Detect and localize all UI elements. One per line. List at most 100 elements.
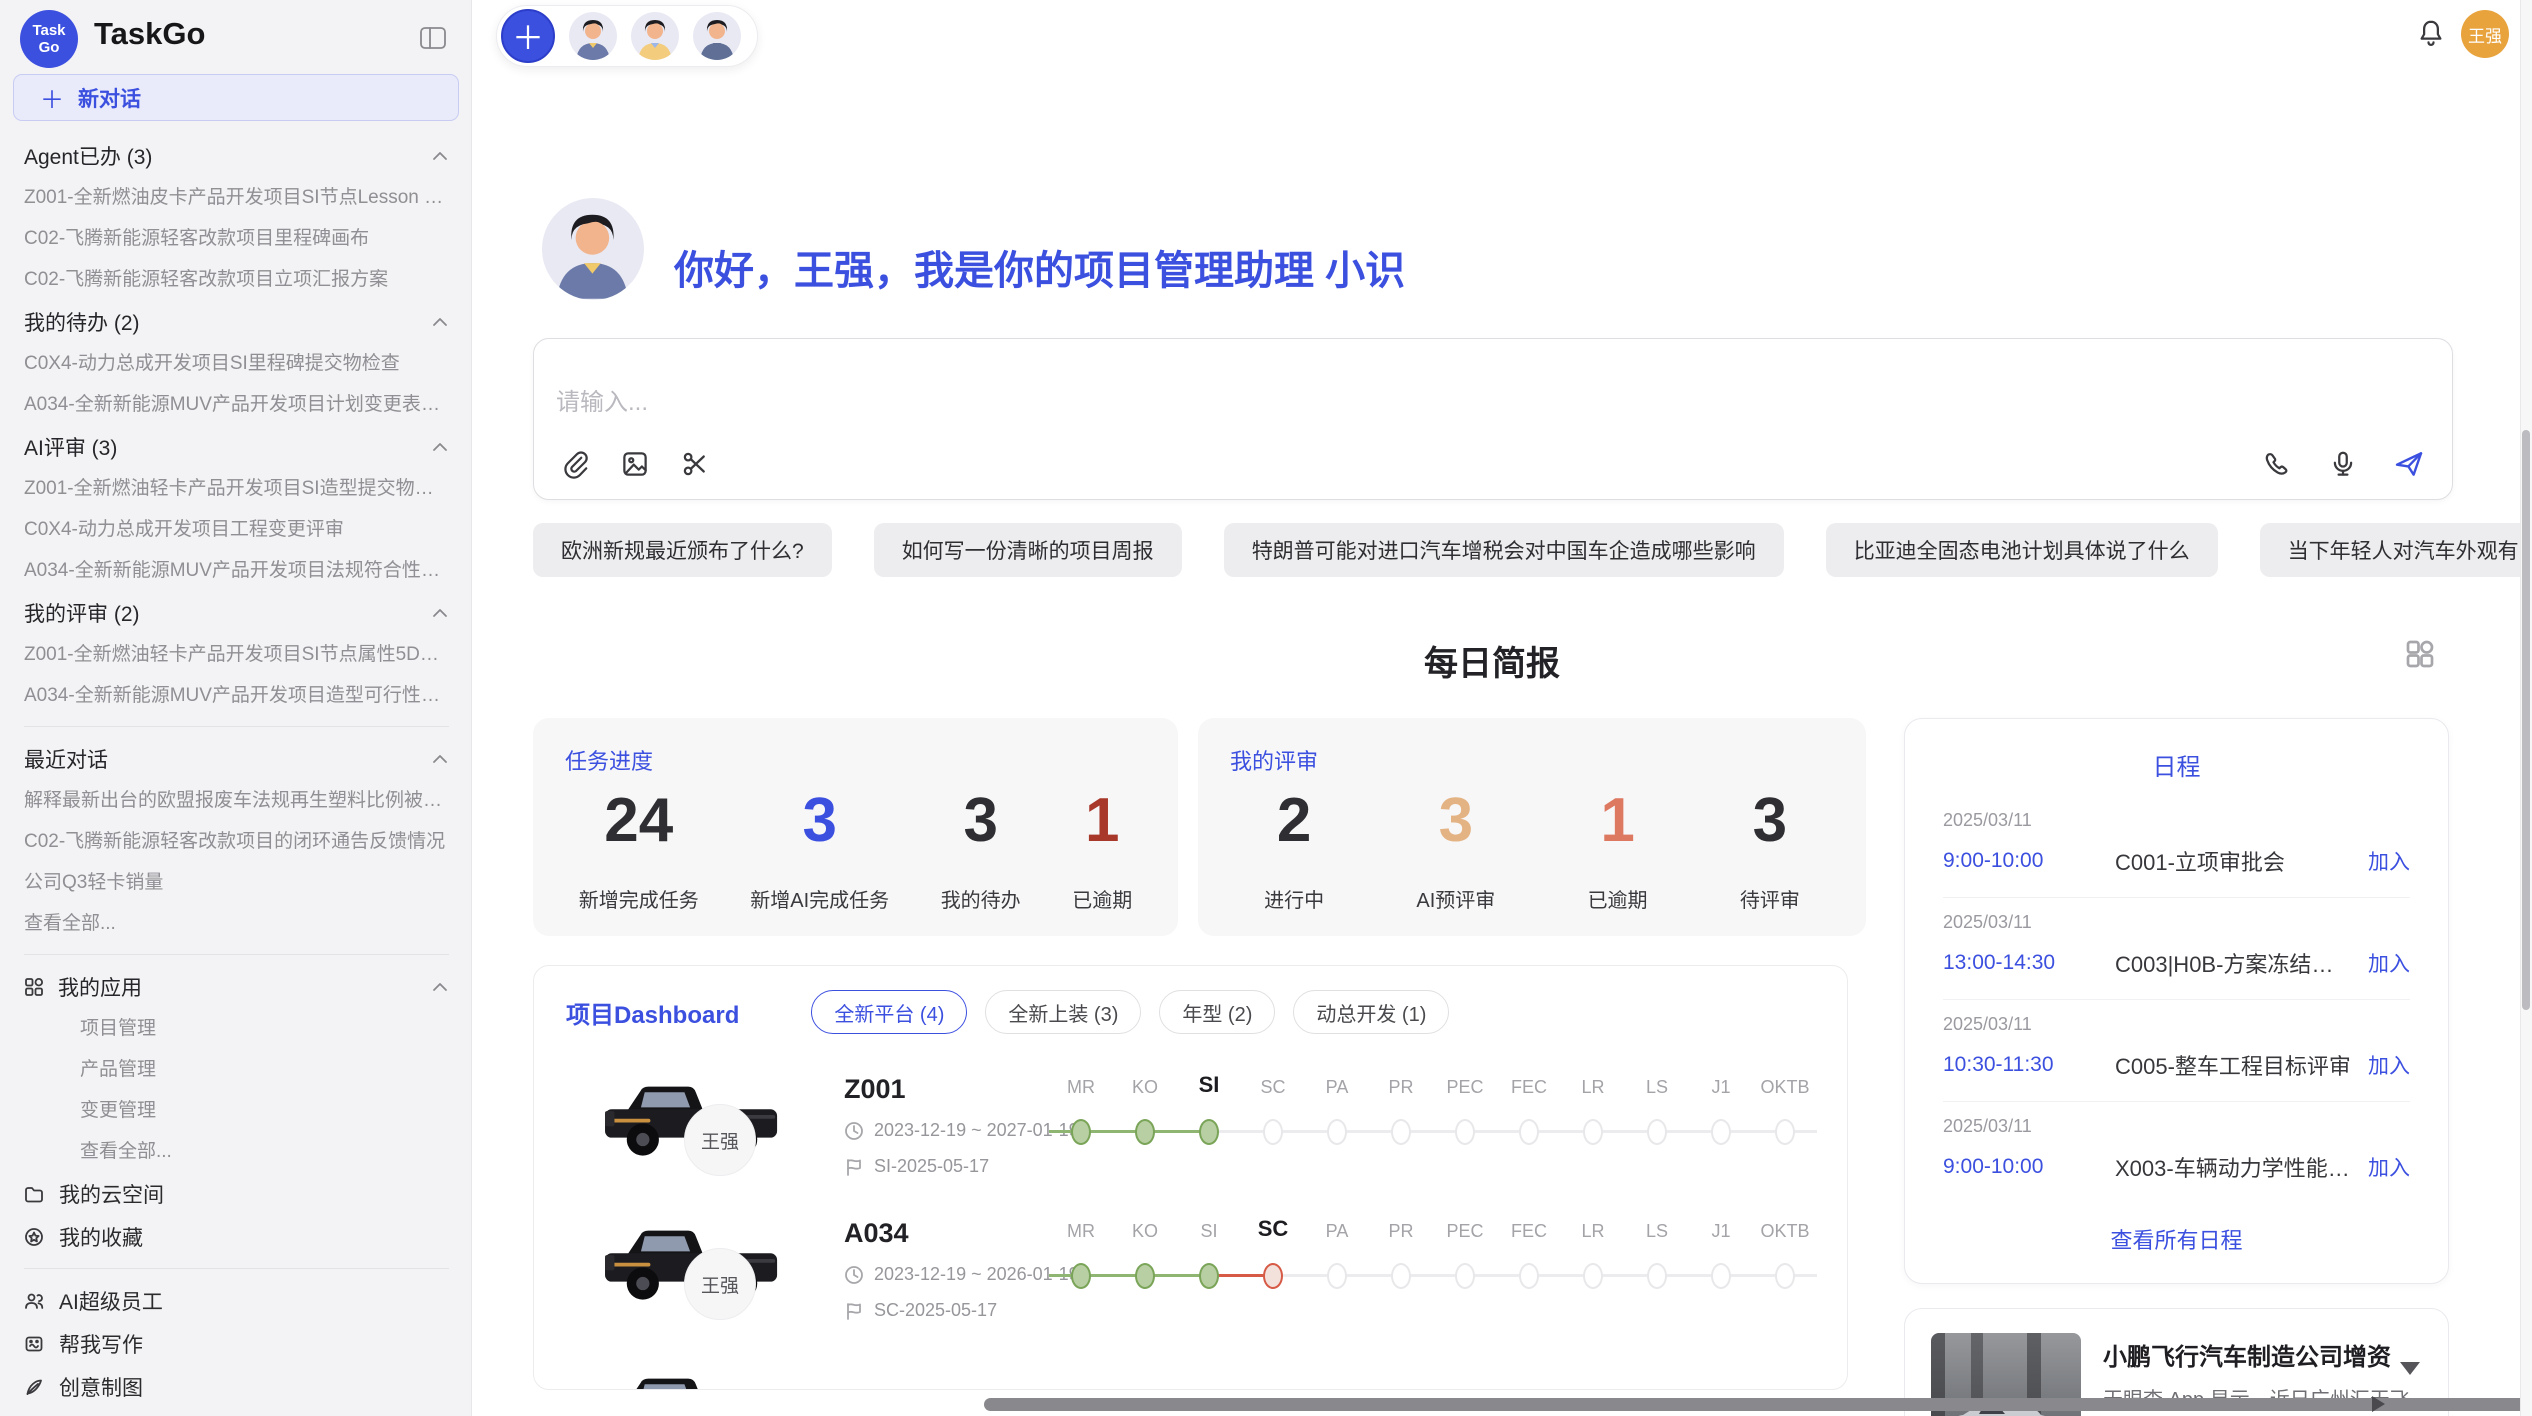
milestone-label: OKTB [1760, 1070, 1809, 1098]
attach-button[interactable] [556, 445, 594, 483]
sidebar-group-header[interactable]: 最近对话 [24, 737, 449, 780]
vertical-scrollbar-thumb[interactable] [2522, 430, 2530, 1010]
scroll-down-arrow[interactable] [2400, 1362, 2420, 1375]
schedule-entry: 2025/03/11 10:30-11:30 C005-整车工程目标评审 加入 [1943, 1000, 2410, 1102]
sidebar-item[interactable]: 解释最新出台的欧盟报废车法规再生塑料比例被调至15%... [24, 780, 449, 821]
sidebar-item[interactable]: Z001-全新燃油皮卡产品开发项目SI节点Lesson Learn报告 [24, 177, 449, 218]
milestone: J1 [1689, 1214, 1753, 1296]
sidebar-group: 最近对话 解释最新出台的欧盟报废车法规再生塑料比例被调至15%...C02-飞腾… [24, 737, 449, 944]
milestone: MR [1049, 1070, 1113, 1152]
sidebar-group-title: AI评审 (3) [24, 432, 117, 462]
divider [24, 954, 449, 955]
image-icon [620, 449, 650, 479]
sidebar-item[interactable]: A034-全新新能源MUV产品开发项目造型可行性评审 [24, 675, 449, 716]
dashboard-tab[interactable]: 全新上装 (3) [985, 990, 1141, 1034]
add-collaborator-button[interactable]: ＋ [501, 9, 555, 63]
send-button[interactable] [2390, 445, 2428, 483]
sidebar-group-header[interactable]: AI评审 (3) [24, 425, 449, 468]
sidebar-group-header[interactable]: 我的评审 (2) [24, 591, 449, 634]
join-link[interactable]: 加入 [2368, 1050, 2410, 1080]
sidebar-item-project-mgmt[interactable]: 项目管理 [24, 1008, 449, 1049]
stat: 3 待评审 [1740, 784, 1800, 913]
stat: 1 已逾期 [1072, 784, 1132, 913]
sidebar-item-change-mgmt[interactable]: 变更管理 [24, 1090, 449, 1131]
dashboard-tab[interactable]: 年型 (2) [1159, 990, 1275, 1034]
project-row[interactable]: 王强 Z001 2023-12-19 ~ 2027-01-19 SI-2025-… [534, 1062, 1848, 1206]
milestone-label: J1 [1711, 1070, 1730, 1098]
notifications-button[interactable] [2416, 18, 2448, 50]
sidebar-item[interactable]: C02-飞腾新能源轻客改款项目立项汇报方案 [24, 259, 449, 300]
stat-value: 3 [1753, 784, 1787, 858]
sidebar-item[interactable]: C0X4-动力总成开发项目工程变更评审 [24, 509, 449, 550]
sidebar-item[interactable]: C02-飞腾新能源轻客改款项目的闭环通告反馈情况 [24, 821, 449, 862]
panel-icon [420, 27, 446, 49]
my-review-card: 我的评审 2 进行中 3 AI预评审 1 已逾期 3 待评审 [1198, 718, 1866, 936]
sidebar-group-header[interactable]: 我的待办 (2) [24, 300, 449, 343]
sidebar-item[interactable]: C02-飞腾新能源轻客改款项目里程碑画布 [24, 218, 449, 259]
suggestion-chip[interactable]: 比亚迪全固态电池计划具体说了什么 [1826, 523, 2218, 577]
new-chat-button[interactable]: ＋ 新对话 [13, 74, 459, 121]
milestone-label: SI [1200, 1214, 1217, 1242]
dashboard-tab[interactable]: 全新平台 (4) [811, 990, 967, 1034]
collaborator-avatar[interactable] [693, 12, 741, 60]
schedule-entry: 2025/03/11 9:00-10:00 X003-车辆动力学性能验... 加… [1943, 1102, 2410, 1203]
sidebar-item[interactable]: C0X4-动力总成开发项目SI里程碑提交物检查 [24, 343, 449, 384]
suggestion-chip[interactable]: 欧洲新规最近颁布了什么? [533, 523, 832, 577]
message-input[interactable] [556, 381, 2056, 425]
user-avatar[interactable]: 王强 [2461, 10, 2509, 58]
join-link[interactable]: 加入 [2368, 1152, 2410, 1182]
join-link[interactable]: 加入 [2368, 948, 2410, 978]
join-link[interactable]: 加入 [2368, 846, 2410, 876]
sidebar-item[interactable]: 公司Q3轻卡销量 [24, 862, 449, 903]
sidebar-item[interactable]: Z001-全新燃油轻卡产品开发项目SI节点属性5D文件评审 [24, 634, 449, 675]
milestone-label: PR [1388, 1214, 1413, 1242]
collaborator-avatar[interactable] [569, 12, 617, 60]
sidebar-item[interactable]: Z001-全新燃油轻卡产品开发项目SI造型提交物评审 [24, 468, 449, 509]
sidebar-group-title: 我的评审 (2) [24, 598, 140, 628]
collapse-sidebar-button[interactable] [417, 22, 449, 54]
project-row[interactable] [534, 1354, 1848, 1390]
sidebar-group: AI评审 (3) Z001-全新燃油轻卡产品开发项目SI造型提交物评审C0X4-… [24, 425, 449, 591]
apps-view-all[interactable]: 查看全部... [24, 1131, 449, 1172]
voice-call-button[interactable] [2258, 445, 2296, 483]
dashboard-tab[interactable]: 动总开发 (1) [1293, 990, 1449, 1034]
sidebar-group-title: 最近对话 [24, 744, 108, 774]
project-row[interactable]: 王强 A034 2023-12-19 ~ 2026-01-19 SC-2025-… [534, 1206, 1848, 1350]
schedule-date: 2025/03/11 [1943, 1116, 2410, 1137]
sidebar-item-writing[interactable]: 帮我写作 [24, 1322, 449, 1365]
sidebar-item-product-mgmt[interactable]: 产品管理 [24, 1049, 449, 1090]
microphone-button[interactable] [2324, 445, 2362, 483]
view-all-schedule-link[interactable]: 查看所有日程 [1943, 1223, 2410, 1255]
collaborator-avatar[interactable] [631, 12, 679, 60]
sidebar-item-creative-draw[interactable]: 创意制图 [24, 1365, 449, 1408]
sidebar-item[interactable]: A034-全新新能源MUV产品开发项目计划变更表编写 [24, 384, 449, 425]
stat: 3 AI预评审 [1416, 784, 1495, 913]
card-title: 任务进度 [565, 744, 653, 776]
stat-value: 3 [1439, 784, 1473, 858]
layout-toggle-button[interactable] [2401, 636, 2439, 674]
sidebar-apps-header[interactable]: 我的应用 [24, 965, 449, 1008]
horizontal-scrollbar-thumb[interactable] [984, 1398, 2532, 1411]
milestone-dot [1775, 1263, 1795, 1289]
sidebar-item[interactable]: 查看全部... [24, 903, 449, 944]
sidebar-item-cloud-space[interactable]: 我的云空间 [24, 1172, 449, 1215]
schedule-entry: 2025/03/11 9:00-10:00 C001-立项审批会 加入 [1943, 796, 2410, 898]
project-dates: 2023-12-19 ~ 2027-01-19 [874, 1120, 1079, 1141]
suggestion-chip[interactable]: 当下年轻人对汽车外观有怎样的喜好趋势 [2260, 523, 2532, 577]
project-code: A034 [844, 1218, 909, 1249]
stat: 3 我的待办 [941, 784, 1021, 913]
suggestion-chip[interactable]: 如何写一份清晰的项目周报 [874, 523, 1182, 577]
sidebar-item-ai-staff[interactable]: AI超级员工 [24, 1279, 449, 1322]
schedule-card: 日程 2025/03/11 9:00-10:00 C001-立项审批会 加入 2… [1904, 718, 2449, 1284]
sidebar-group-header[interactable]: Agent已办 (3) [24, 134, 449, 177]
suggestion-chip[interactable]: 特朗普可能对进口汽车增税会对中国车企造成哪些影响 [1224, 523, 1784, 577]
sidebar-item[interactable]: A034-全新新能源MUV产品开发项目法规符合性评审 [24, 550, 449, 591]
dashboard-title: 项目Dashboard [566, 995, 739, 1030]
sidebar-item-favorites[interactable]: 我的收藏 [24, 1215, 449, 1258]
scroll-right-arrow[interactable] [2372, 1396, 2385, 1412]
milestone-dot [1775, 1119, 1795, 1145]
stat-value: 1 [1600, 784, 1634, 858]
image-upload-button[interactable] [616, 445, 654, 483]
milestone-label: PA [1326, 1070, 1349, 1098]
screenshot-button[interactable] [676, 445, 714, 483]
